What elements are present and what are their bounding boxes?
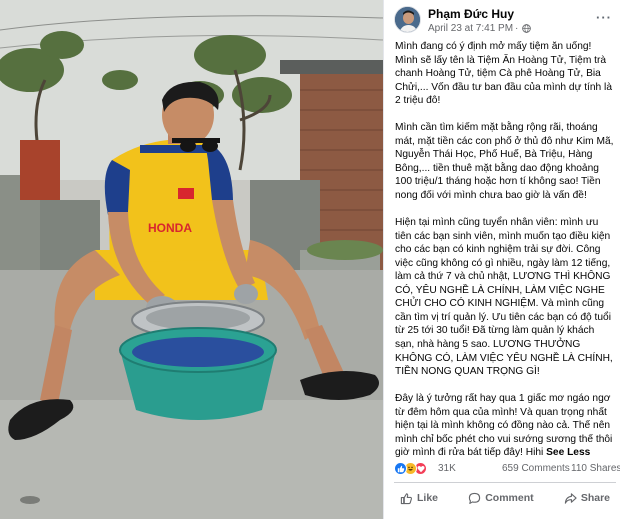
author-name[interactable]: Phạm Đức Huy	[428, 7, 514, 21]
action-bar: Like Comment Share	[394, 487, 616, 509]
reaction-icons[interactable]	[394, 462, 427, 475]
reaction-count[interactable]: 31K	[438, 463, 456, 474]
post-header: Phạm Đức Huy April 23 at 7:41 PM · ···	[394, 6, 616, 36]
globe-icon	[522, 24, 532, 33]
shares-count[interactable]: 110 Shares	[571, 463, 620, 474]
post-timestamp[interactable]: April 23 at 7:41 PM	[428, 23, 513, 34]
share-button[interactable]: Share	[558, 487, 616, 509]
share-arrow-icon	[564, 492, 577, 504]
avatar[interactable]	[394, 6, 421, 33]
post-paragraph: Mình đang có ý định mở mấy tiệm ăn uống!…	[395, 41, 612, 107]
thumbs-up-icon	[400, 492, 412, 504]
post-panel: Phạm Đức Huy April 23 at 7:41 PM · ··· M…	[383, 0, 620, 519]
svg-text:HONDA: HONDA	[148, 221, 192, 235]
like-icon	[394, 462, 407, 475]
post-body: Mình đang có ý định mở mấy tiệm ăn uống!…	[395, 40, 615, 460]
see-less-link[interactable]: See Less	[546, 447, 590, 458]
post-paragraph: Mình cần tìm kiếm mặt bằng rộng rãi, tho…	[395, 122, 614, 202]
photo-illustration: HONDA	[0, 0, 383, 519]
comments-count[interactable]: 659 Comments	[502, 463, 570, 474]
action-divider	[394, 482, 616, 483]
post-meta: April 23 at 7:41 PM ·	[428, 23, 532, 34]
reactions-bar: 31K 659 Comments 110 Shares	[394, 461, 620, 477]
separator-dot: ·	[515, 23, 519, 34]
comment-button[interactable]: Comment	[462, 487, 539, 509]
post-paragraph-last: Đây là ý tưởng rất hay qua 1 giấc mơ ngá…	[395, 392, 615, 460]
like-label: Like	[417, 492, 439, 504]
comment-label: Comment	[485, 492, 534, 504]
share-label: Share	[580, 492, 610, 504]
comment-icon	[469, 492, 481, 504]
post-paragraph: Hiện tại mình cũng tuyển nhân viên: mình…	[395, 217, 613, 378]
post-photo[interactable]: HONDA	[0, 0, 383, 519]
more-options-icon[interactable]: ···	[596, 10, 612, 25]
like-button[interactable]: Like	[394, 487, 444, 509]
